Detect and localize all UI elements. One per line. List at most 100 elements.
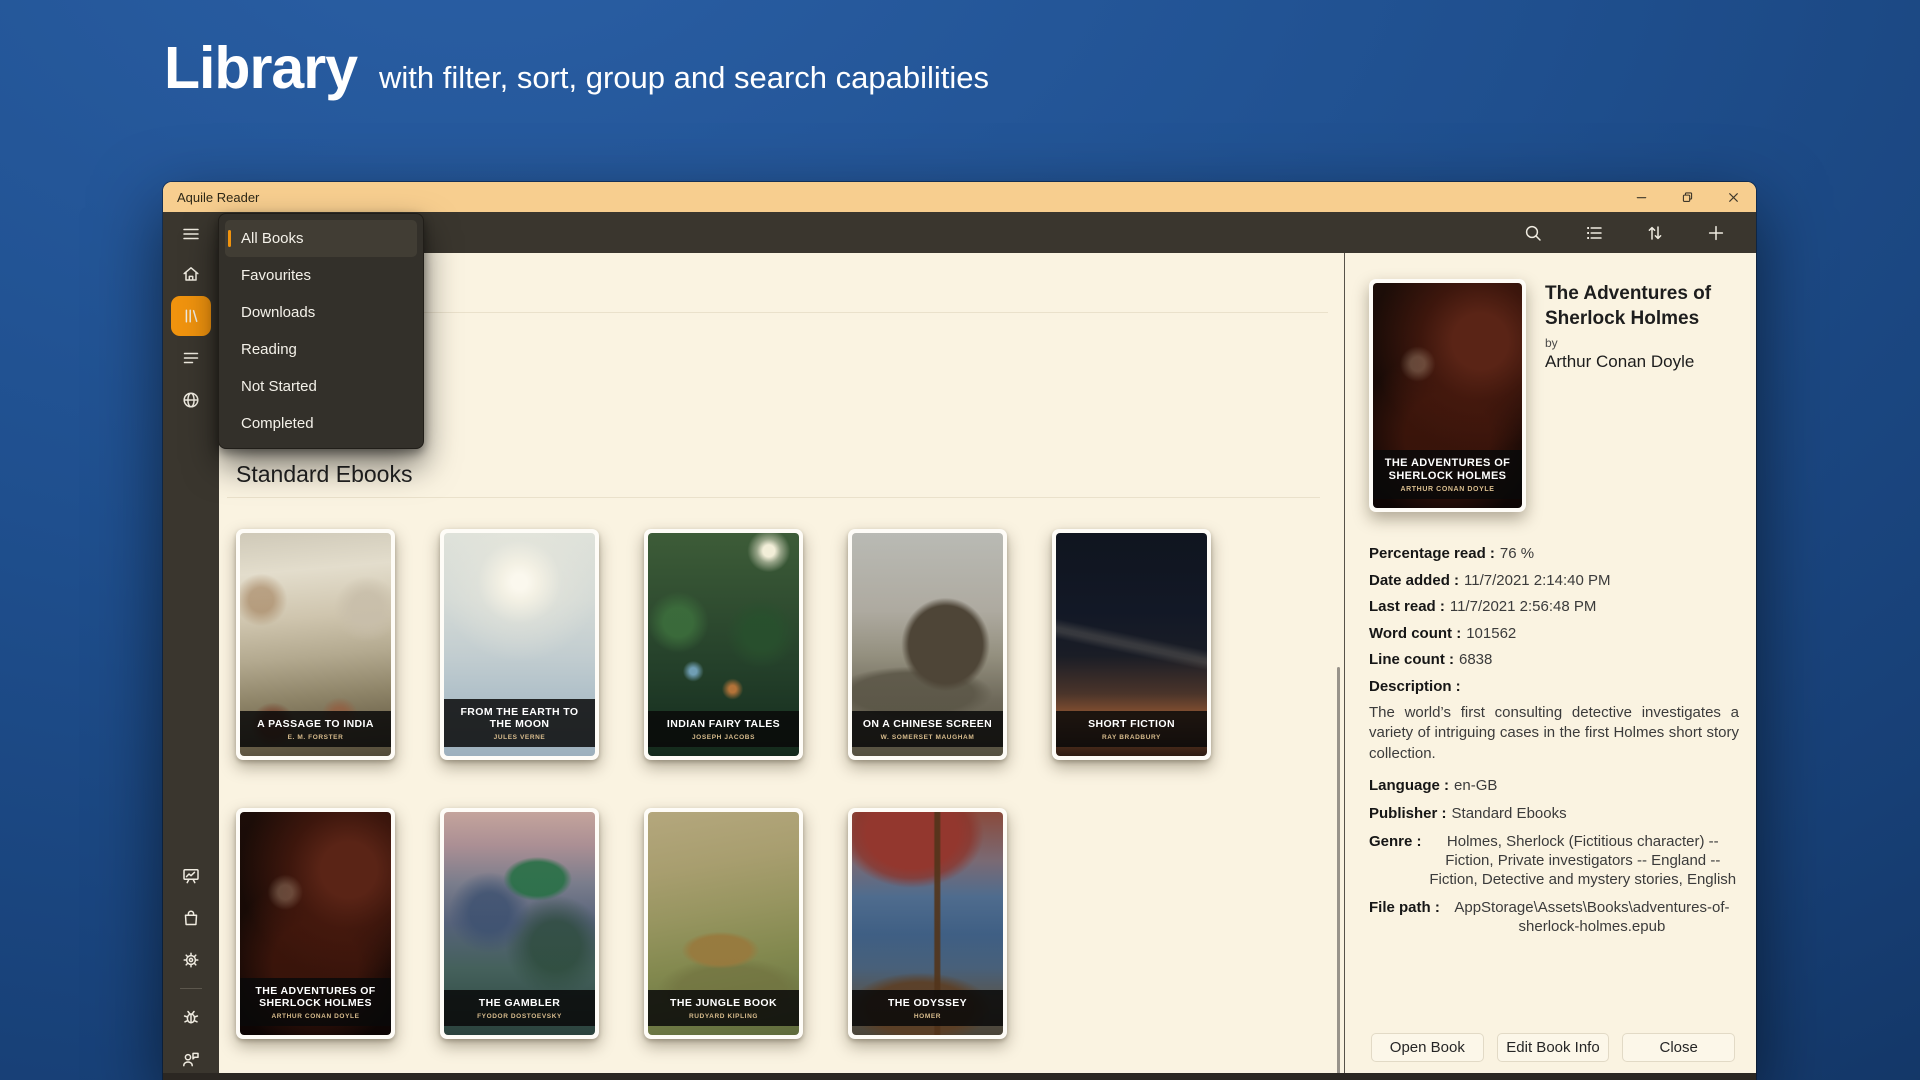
- book-card[interactable]: THE ODYSSEY HOMER: [848, 808, 1007, 1039]
- nav-menu-button[interactable]: [163, 215, 219, 253]
- book-title: ON A CHINESE SCREEN: [857, 718, 998, 731]
- restore-icon: [1679, 189, 1696, 206]
- stat-date-added: Date added :11/7/2021 2:14:40 PM: [1369, 572, 1739, 589]
- meta-language: Language :en-GB: [1369, 776, 1739, 795]
- hamburger-icon: [181, 224, 201, 244]
- book-cover-art: FROM THE EARTH TO THE MOON JULES VERNE: [444, 533, 595, 756]
- dropdown-item-downloads[interactable]: Downloads: [225, 294, 417, 331]
- book-author: W. SOMERSET MAUGHAM: [857, 734, 998, 741]
- book-card[interactable]: THE JUNGLE BOOK RUDYARD KIPLING: [644, 808, 803, 1039]
- book-cover-art: INDIAN FAIRY TALES JOSEPH JACOBS: [648, 533, 799, 756]
- book-detail-panel: THE ADVENTURES OF SHERLOCK HOLMES ARTHUR…: [1344, 253, 1756, 1080]
- book-card[interactable]: THE GAMBLER FYODOR DOSTOEVSKY: [440, 808, 599, 1039]
- cover-title-band: THE JUNGLE BOOK RUDYARD KIPLING: [648, 990, 799, 1026]
- detail-cover: THE ADVENTURES OF SHERLOCK HOLMES ARTHUR…: [1369, 279, 1526, 512]
- dropdown-item-favourites[interactable]: Favourites: [225, 257, 417, 294]
- group-button[interactable]: [1582, 221, 1606, 245]
- cover-title-band: THE ADVENTURES OF SHERLOCK HOLMES ARTHUR…: [1373, 450, 1522, 499]
- description-text: The world’s first consulting detective i…: [1369, 703, 1739, 765]
- sidebar-item-store[interactable]: [163, 897, 219, 939]
- bug-icon: [181, 1007, 201, 1027]
- hero-title: Library: [164, 34, 357, 102]
- plus-icon: [1706, 223, 1726, 243]
- book-card[interactable]: A PASSAGE TO INDIA E. M. FORSTER: [236, 529, 395, 760]
- book-card[interactable]: FROM THE EARTH TO THE MOON JULES VERNE: [440, 529, 599, 760]
- dropdown-item-not-started[interactable]: Not Started: [225, 368, 417, 405]
- detail-metadata: Percentage read :76 % Date added :11/7/2…: [1369, 545, 1739, 944]
- description-label: Description :: [1369, 678, 1739, 695]
- meta-file-path: File path :AppStorage\Assets\Books\adven…: [1369, 898, 1739, 936]
- sidebar-item-collections[interactable]: [163, 337, 219, 379]
- stat-last-read: Last read :11/7/2021 2:56:48 PM: [1369, 598, 1739, 615]
- cover-title-band: FROM THE EARTH TO THE MOON JULES VERNE: [444, 699, 595, 747]
- book-card[interactable]: ON A CHINESE SCREEN W. SOMERSET MAUGHAM: [848, 529, 1007, 760]
- detail-by-label: by: [1545, 336, 1746, 350]
- close-icon: [1725, 189, 1742, 206]
- book-card[interactable]: INDIAN FAIRY TALES JOSEPH JACOBS: [644, 529, 803, 760]
- stat-word-count: Word count :101562: [1369, 625, 1739, 642]
- statistics-board-icon: [181, 866, 201, 886]
- meta-publisher: Publisher :Standard Ebooks: [1369, 804, 1739, 823]
- book-author: RAY BRADBURY: [1061, 734, 1202, 741]
- library-toolbar: [219, 212, 1756, 253]
- close-detail-button[interactable]: Close: [1622, 1033, 1735, 1062]
- sort-arrows-icon: [1645, 223, 1665, 243]
- window-bottom-edge: [163, 1073, 1756, 1080]
- sidebar-item-home[interactable]: [163, 253, 219, 295]
- book-title: A PASSAGE TO INDIA: [245, 718, 386, 731]
- selected-accent-bar: [228, 230, 231, 247]
- close-button[interactable]: [1710, 182, 1756, 212]
- book-author: FYODOR DOSTOEVSKY: [449, 1013, 590, 1020]
- sort-button[interactable]: [1643, 221, 1667, 245]
- sidebar-item-library[interactable]: [163, 295, 219, 337]
- sidebar-item-bug-report[interactable]: [163, 996, 219, 1038]
- sidebar-item-statistics[interactable]: [163, 855, 219, 897]
- book-card[interactable]: SHORT FICTION RAY BRADBURY: [1052, 529, 1211, 760]
- stat-line-count: Line count :6838: [1369, 651, 1739, 668]
- dropdown-item-completed[interactable]: Completed: [225, 405, 417, 442]
- book-cover-art: A PASSAGE TO INDIA E. M. FORSTER: [240, 533, 391, 756]
- sidebar-item-settings[interactable]: [163, 939, 219, 981]
- minimize-icon: [1633, 189, 1650, 206]
- gear-icon: [181, 950, 201, 970]
- dropdown-item-reading[interactable]: Reading: [225, 331, 417, 368]
- book-card[interactable]: THE ADVENTURES OF SHERLOCK HOLMES ARTHUR…: [236, 808, 395, 1039]
- detail-book-author: Arthur Conan Doyle: [1545, 352, 1746, 372]
- edit-book-info-button[interactable]: Edit Book Info: [1497, 1033, 1610, 1062]
- detail-book-title: The Adventures of Sherlock Holmes: [1545, 281, 1746, 331]
- add-book-button[interactable]: [1704, 221, 1728, 245]
- search-button[interactable]: [1521, 221, 1545, 245]
- window-titlebar: Aquile Reader: [163, 182, 1756, 212]
- book-title: THE ADVENTURES OF SHERLOCK HOLMES: [245, 985, 386, 1010]
- dropdown-item-all-books[interactable]: All Books: [225, 220, 417, 257]
- cover-title-band: SHORT FICTION RAY BRADBURY: [1056, 711, 1207, 747]
- detail-cover-author: ARTHUR CONAN DOYLE: [1378, 486, 1517, 493]
- sidebar-item-web[interactable]: [163, 379, 219, 421]
- book-cover-art: THE GAMBLER FYODOR DOSTOEVSKY: [444, 812, 595, 1035]
- sidebar-divider: [180, 988, 202, 989]
- cover-title-band: INDIAN FAIRY TALES JOSEPH JACOBS: [648, 711, 799, 747]
- vertical-scrollbar[interactable]: [1337, 667, 1340, 1080]
- window-title: Aquile Reader: [163, 190, 1618, 205]
- hero-heading: Library with filter, sort, group and sea…: [164, 34, 989, 102]
- cover-title-band: THE GAMBLER FYODOR DOSTOEVSKY: [444, 990, 595, 1026]
- library-active-highlight: [171, 296, 211, 336]
- book-title: THE GAMBLER: [449, 997, 590, 1010]
- cover-title-band: THE ODYSSEY HOMER: [852, 990, 1003, 1026]
- book-cover-art: SHORT FICTION RAY BRADBURY: [1056, 533, 1207, 756]
- open-book-button[interactable]: Open Book: [1371, 1033, 1484, 1062]
- book-cover-art: THE ODYSSEY HOMER: [852, 812, 1003, 1035]
- restore-button[interactable]: [1664, 182, 1710, 212]
- book-author: HOMER: [857, 1013, 998, 1020]
- cover-title-band: ON A CHINESE SCREEN W. SOMERSET MAUGHAM: [852, 711, 1003, 747]
- cover-title-band: A PASSAGE TO INDIA E. M. FORSTER: [240, 711, 391, 747]
- group-list-icon: [1584, 223, 1604, 243]
- book-author: ARTHUR CONAN DOYLE: [245, 1013, 386, 1020]
- shopping-bag-icon: [181, 908, 201, 928]
- minimize-button[interactable]: [1618, 182, 1664, 212]
- book-cover-art: ON A CHINESE SCREEN W. SOMERSET MAUGHAM: [852, 533, 1003, 756]
- collections-list-icon: [181, 348, 201, 368]
- cover-title-band: THE ADVENTURES OF SHERLOCK HOLMES ARTHUR…: [240, 978, 391, 1026]
- library-filter-dropdown: All Books Favourites Downloads Reading N…: [218, 213, 424, 449]
- book-author: RUDYARD KIPLING: [653, 1013, 794, 1020]
